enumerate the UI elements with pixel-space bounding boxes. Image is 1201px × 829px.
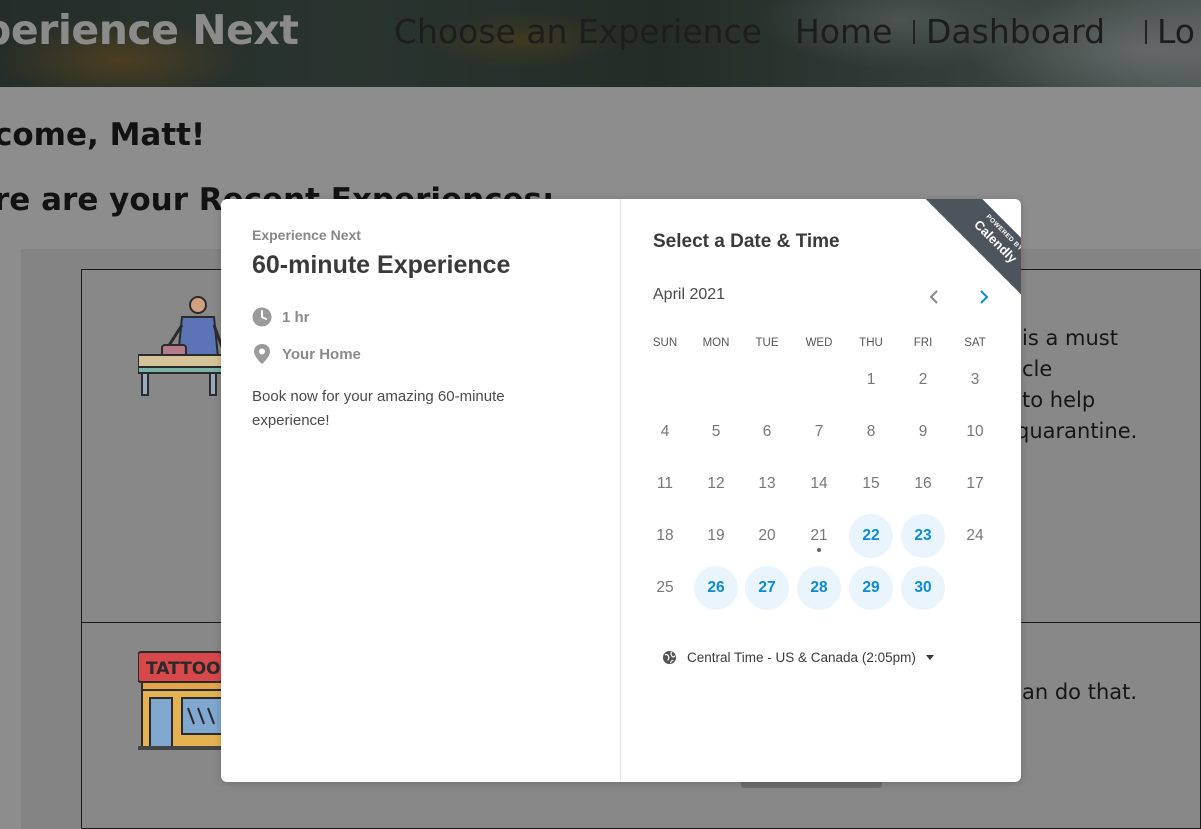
calendly-brand: Calendly: [971, 216, 1021, 266]
select-date-title: Select a Date & Time: [653, 231, 840, 252]
calendar-day-1: 1: [866, 371, 876, 388]
card1-text-line: quarantine.: [1016, 419, 1138, 443]
weekday-label: SAT: [964, 337, 986, 349]
calendar-day-12: 12: [707, 475, 725, 492]
calendar-day-28[interactable]: 28: [797, 566, 841, 610]
site-logo[interactable]: perience Next: [0, 6, 299, 54]
powered-by-ribbon: POWERED BY Calendly: [921, 199, 1021, 301]
powered-by-badge[interactable]: POWERED BY Calendly: [919, 199, 1021, 301]
calendar-day-20: 20: [758, 527, 776, 544]
tattoo-sign-text: TATTOO: [146, 659, 221, 679]
nav-logout[interactable]: Lo: [1157, 12, 1195, 51]
nav-dashboard[interactable]: Dashboard: [926, 12, 1105, 51]
calendar-day-14: 14: [810, 475, 828, 492]
card1-text-line: to help: [1022, 388, 1096, 412]
calendar-day-27[interactable]: 27: [745, 566, 789, 610]
calendar-day-4: 4: [660, 423, 670, 440]
caret-down-icon: [925, 654, 934, 660]
scheduling-modal: Experience Next 60-minute Experience 1 h…: [221, 199, 1021, 782]
calendar-day-24: 24: [966, 527, 984, 544]
calendar-day-16: 16: [914, 475, 932, 492]
event-duration: 1 hr: [252, 307, 310, 327]
calendar-day-11: 11: [656, 475, 674, 492]
weekday-label: WED: [805, 337, 833, 349]
nav-choose-experience[interactable]: Choose an Experience: [394, 12, 762, 51]
event-title: 60-minute Experience: [252, 251, 511, 279]
timezone-label: Central Time - US & Canada (2:05pm): [687, 650, 916, 665]
timezone-selector[interactable]: Central Time - US & Canada (2:05pm): [662, 650, 934, 665]
card1-text-line: is a must: [1022, 326, 1118, 350]
card2-text-line: an do that.: [1022, 680, 1138, 704]
organizer-name: Experience Next: [252, 227, 361, 243]
calendar-day-7: 7: [814, 423, 824, 440]
map-pin-icon: [254, 344, 270, 364]
nav-home[interactable]: Home: [795, 12, 892, 51]
tattoo-shop-icon: TATTOO: [138, 651, 222, 750]
calendar-day-30[interactable]: 30: [901, 566, 945, 610]
weekday-label: MON: [702, 337, 730, 349]
calendar-day-9: 9: [918, 423, 928, 440]
site-header: perience Next Choose an Experience Home …: [0, 0, 1201, 87]
calendar-day-3: 3: [970, 371, 980, 388]
calendar-day-13: 13: [758, 475, 776, 492]
event-details-panel: Experience Next 60-minute Experience 1 h…: [221, 199, 621, 782]
event-location: Your Home: [252, 343, 361, 365]
calendar-day-18: 18: [656, 527, 674, 544]
weekday-label: FRI: [913, 337, 933, 349]
calendar-day-22[interactable]: 22: [849, 514, 893, 558]
calendar-day-25: 25: [656, 579, 674, 596]
weekday-label: THU: [859, 337, 883, 349]
massage-icon: [138, 296, 222, 396]
today-indicator: [817, 548, 821, 552]
card1-text-line: cle: [1022, 357, 1053, 381]
month-label: April 2021: [653, 286, 726, 303]
event-description: Book now for your amazing 60-minute expe…: [252, 388, 505, 429]
location-label: Your Home: [282, 345, 361, 363]
calendar-day-10: 10: [966, 423, 984, 440]
globe-icon: [662, 650, 677, 665]
calendar-day-26[interactable]: 26: [694, 566, 738, 610]
clock-icon: [252, 307, 272, 327]
nav-divider: [913, 20, 915, 44]
duration-label: 1 hr: [282, 308, 310, 326]
calendar-day-8: 8: [866, 423, 876, 440]
calendar-day-15: 15: [862, 475, 880, 492]
weekday-label: TUE: [755, 337, 779, 349]
calendar-day-19: 19: [707, 527, 725, 544]
calendar-day-2: 2: [918, 371, 928, 388]
calendar-day-6: 6: [762, 423, 772, 440]
calendar-day-23[interactable]: 23: [901, 514, 945, 558]
calendar-day-17: 17: [966, 475, 984, 492]
calendar-day-5: 5: [711, 423, 721, 440]
calendar-day-29[interactable]: 29: [849, 566, 893, 610]
welcome-heading: come, Matt!: [0, 117, 206, 153]
nav-divider: [1145, 20, 1147, 44]
weekday-label: SUN: [652, 337, 678, 349]
